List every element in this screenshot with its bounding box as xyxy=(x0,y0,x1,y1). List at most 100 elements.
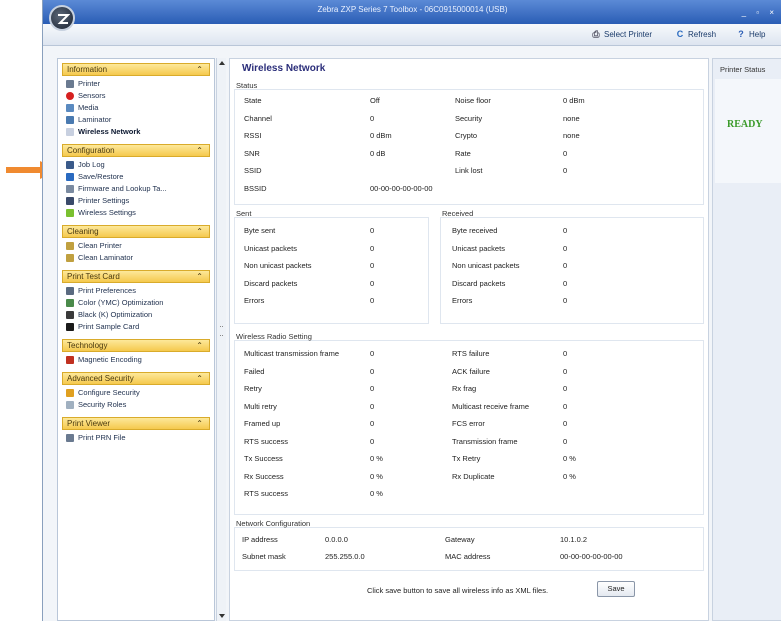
sidebar-item-label: Printer Settings xyxy=(78,196,130,205)
sidebar: Information ⌃ Printer Sensors Media Laminator… xyxy=(57,58,215,621)
job-log-icon xyxy=(66,161,74,169)
sidebar-item-laminator[interactable]: Laminator xyxy=(66,114,214,126)
section-header-print-test-card[interactable]: Print Test Card ⌃ xyxy=(62,270,210,283)
sidebar-item-print-sample-card[interactable]: Print Sample Card xyxy=(66,321,214,333)
section-header-configuration[interactable]: Configuration ⌃ xyxy=(62,144,210,157)
media-icon xyxy=(66,104,74,112)
received-group-title: Received xyxy=(442,209,474,218)
sent-field-value: 0 xyxy=(370,278,375,288)
scroll-up-icon[interactable] xyxy=(219,61,225,65)
radio-field-label: FCS error xyxy=(452,419,485,428)
window-title: Zebra ZXP Series 7 Toolbox - 06C09150000… xyxy=(317,5,508,14)
sidebar-item-printer[interactable]: Printer xyxy=(66,78,214,90)
section-header-cleaning[interactable]: Cleaning ⌃ xyxy=(62,225,210,238)
status-field-label: Noise floor xyxy=(455,96,491,105)
status-field-value: 0 dB xyxy=(370,148,386,158)
status-field-label: BSSID xyxy=(244,183,267,193)
toolbar: ⎙ Select Printer C Refresh ? Help xyxy=(43,24,781,46)
sidebar-item-security-roles[interactable]: Security Roles xyxy=(66,399,214,411)
collapse-chevron-icon[interactable]: ⌃ xyxy=(196,373,203,384)
section-header-advanced-security[interactable]: Advanced Security ⌃ xyxy=(62,372,210,385)
sidebar-item-configure-security[interactable]: Configure Security xyxy=(66,387,214,399)
save-button[interactable]: Save xyxy=(597,581,635,597)
section-header-label: Advanced Security xyxy=(67,374,134,383)
sidebar-item-firmware-and-lookup-ta[interactable]: Firmware and Lookup Ta... xyxy=(66,183,214,195)
select-printer-button[interactable]: ⎙ Select Printer xyxy=(591,29,652,39)
sent-field-label: Errors xyxy=(244,296,265,305)
sidebar-item-color-ymc-optimization[interactable]: Color (YMC) Optimization xyxy=(66,297,214,309)
wireless-icon xyxy=(66,128,74,136)
app-logo[interactable] xyxy=(49,5,75,31)
magnet-icon xyxy=(66,356,74,364)
sidebar-item-media[interactable]: Media xyxy=(66,102,214,114)
received-field-label: Discard packets xyxy=(452,278,506,288)
sample-card-icon xyxy=(66,323,74,331)
sent-field-value: 0 xyxy=(370,261,375,270)
clean-printer-icon xyxy=(66,242,74,250)
ip-address-value: 0.0.0.0 xyxy=(325,535,348,544)
mac-address-label: MAC address xyxy=(445,552,491,561)
section-header-technology[interactable]: Technology ⌃ xyxy=(62,339,210,352)
sidebar-item-label: Clean Printer xyxy=(78,241,122,250)
radio-field-label: Rx Duplicate xyxy=(452,471,495,481)
sent-field-label: Unicast packets xyxy=(244,243,297,253)
status-group xyxy=(234,89,704,205)
received-field-value: 0 xyxy=(563,278,568,288)
sidebar-item-print-prn-file[interactable]: Print PRN File xyxy=(66,432,214,444)
received-field-value: 0 xyxy=(563,261,568,270)
refresh-button[interactable]: C Refresh xyxy=(675,29,716,39)
radio-field-label: Multi retry xyxy=(244,401,277,411)
sidebar-item-sensors[interactable]: Sensors xyxy=(66,90,214,102)
section-header-label: Print Test Card xyxy=(67,272,120,281)
section-header-information[interactable]: Information ⌃ xyxy=(62,63,210,76)
printer-icon: ⎙ xyxy=(592,29,600,39)
page-title: Wireless Network xyxy=(242,63,326,74)
radio-field-value: 0 xyxy=(370,401,375,411)
help-button[interactable]: ? Help xyxy=(736,29,765,39)
section-header-print-viewer[interactable]: Print Viewer ⌃ xyxy=(62,417,210,430)
received-field-value: 0 xyxy=(563,296,568,305)
sidebar-item-label: Print Preferences xyxy=(78,286,136,295)
sidebar-item-wireless-network[interactable]: Wireless Network xyxy=(66,126,214,138)
collapse-chevron-icon[interactable]: ⌃ xyxy=(196,64,203,75)
sidebar-item-job-log[interactable]: Job Log xyxy=(66,159,214,171)
subnet-mask-value: 255.255.0.0 xyxy=(325,552,365,561)
black-optimization-icon xyxy=(66,311,74,319)
wireless-settings-icon xyxy=(66,209,74,217)
sidebar-item-label: Save/Restore xyxy=(78,172,124,181)
radio-field-value: 0 % xyxy=(563,471,576,481)
sent-field-value: 0 xyxy=(370,226,375,235)
sidebar-item-wireless-settings[interactable]: Wireless Settings xyxy=(66,207,214,219)
printer-status-panel: Printer Status READY xyxy=(712,58,781,621)
scroll-grip[interactable] xyxy=(220,326,223,336)
radio-field-value: 0 xyxy=(563,384,568,393)
status-field-label: SNR xyxy=(244,148,260,158)
sidebar-item-clean-laminator[interactable]: Clean Laminator xyxy=(66,252,214,264)
sidebar-item-printer-settings[interactable]: Printer Settings xyxy=(66,195,214,207)
status-field-value: 0 dBm xyxy=(563,96,585,105)
collapse-chevron-icon[interactable]: ⌃ xyxy=(196,271,203,282)
collapse-chevron-icon[interactable]: ⌃ xyxy=(196,418,203,429)
sent-group-title: Sent xyxy=(236,209,252,218)
scroll-down-icon[interactable] xyxy=(219,614,225,618)
collapse-chevron-icon[interactable]: ⌃ xyxy=(196,226,203,237)
status-field-label: Security xyxy=(455,113,483,123)
printer-status-title: Printer Status xyxy=(720,65,766,74)
sidebar-item-black-k-optimization[interactable]: Black (K) Optimization xyxy=(66,309,214,321)
sidebar-scrollbar[interactable] xyxy=(216,58,226,621)
radio-field-value: 0 xyxy=(563,436,568,446)
sidebar-item-save-restore[interactable]: Save/Restore xyxy=(66,171,214,183)
sidebar-item-label: Print PRN File xyxy=(78,433,126,442)
sidebar-item-magnetic-encoding[interactable]: Magnetic Encoding xyxy=(66,354,214,366)
radio-field-label: Tx Retry xyxy=(452,454,481,463)
printer-status-box: READY xyxy=(715,79,781,183)
sidebar-item-clean-printer[interactable]: Clean Printer xyxy=(66,240,214,252)
help-label: Help xyxy=(749,29,766,39)
radio-field-label: Rx Success xyxy=(244,471,284,481)
window-controls[interactable]: _ ▫ × xyxy=(742,3,778,23)
collapse-chevron-icon[interactable]: ⌃ xyxy=(196,340,203,351)
sidebar-item-print-preferences[interactable]: Print Preferences xyxy=(66,285,214,297)
sidebar-item-label: Clean Laminator xyxy=(78,253,134,262)
status-field-value: 0 xyxy=(370,113,375,123)
collapse-chevron-icon[interactable]: ⌃ xyxy=(196,145,203,156)
